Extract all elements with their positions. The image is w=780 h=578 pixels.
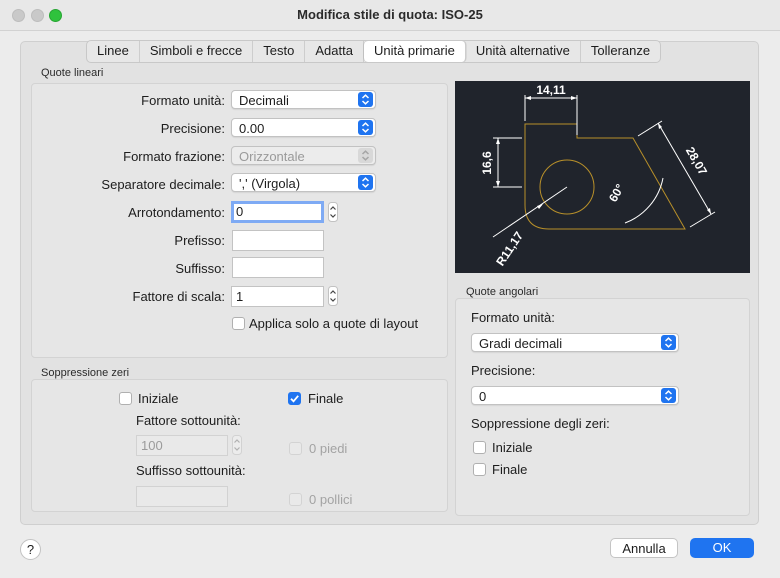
feet-label: 0 piedi <box>309 441 348 456</box>
chevron-updown-icon <box>661 388 676 403</box>
inches-checkbox <box>289 493 302 506</box>
dimension-preview: 14,11 16,6 28,07 60° R11,17 <box>455 81 750 273</box>
round-off-stepper[interactable] <box>328 202 338 222</box>
cancel-button[interactable]: Annulla <box>610 538 678 558</box>
precision-select[interactable]: 0.00 <box>231 118 376 137</box>
decimal-separator-value: ',' (Virgola) <box>239 176 301 191</box>
angular-section-title: Quote angolari <box>466 286 539 298</box>
angular-unit-format-select[interactable]: Gradi decimali <box>471 333 679 352</box>
fraction-format-value: Orizzontale <box>239 149 305 164</box>
apply-layout-label: Applica solo a quote di layout <box>249 316 419 331</box>
unit-format-label: Formato unità: <box>141 93 225 108</box>
chevron-updown-icon <box>358 92 373 107</box>
scale-factor-stepper[interactable] <box>328 286 338 306</box>
dim-top-label: 14,11 <box>536 83 566 97</box>
tab-tolleranze[interactable]: Tolleranze <box>581 41 660 62</box>
unit-format-value: Decimali <box>239 93 289 108</box>
trailing-zeros-checkbox[interactable] <box>288 392 301 405</box>
angular-unit-format-label: Formato unità: <box>471 310 555 325</box>
angular-precision-value: 0 <box>479 389 487 404</box>
subunit-factor-label: Fattore sottounità: <box>136 413 241 428</box>
chevron-updown-icon <box>358 148 373 163</box>
trailing-zeros-label: Finale <box>308 391 344 406</box>
angular-precision-label: Precisione: <box>471 363 536 378</box>
decimal-separator-label: Separatore decimale: <box>101 177 225 192</box>
round-off-label: Arrotondamento: <box>128 205 225 220</box>
angular-precision-select[interactable]: 0 <box>471 386 679 405</box>
subunit-suffix-label: Suffisso sottounità: <box>136 463 246 478</box>
tab-unita-alternative[interactable]: Unità alternative <box>466 41 581 62</box>
suffix-label: Suffisso: <box>175 261 225 276</box>
ok-button[interactable]: OK <box>690 538 754 558</box>
angular-leading-checkbox[interactable] <box>473 441 486 454</box>
chevron-updown-icon <box>358 120 373 135</box>
chevron-updown-icon <box>358 175 373 190</box>
tab-bar: Linee Simboli e frecce Testo Adatta Unit… <box>86 40 662 63</box>
prefix-label: Prefisso: <box>174 233 225 248</box>
linear-section-title: Quote lineari <box>41 67 104 79</box>
fraction-format-label: Formato frazione: <box>123 149 225 164</box>
angular-unit-format-value: Gradi decimali <box>479 336 563 351</box>
angular-panel <box>455 298 750 516</box>
zero-suppression-section-title: Soppressione zeri <box>41 367 130 379</box>
leading-zeros-label: Iniziale <box>138 391 179 406</box>
tab-adatta[interactable]: Adatta <box>305 41 364 62</box>
scale-factor-input[interactable]: 1 <box>231 286 324 307</box>
tab-simboli-e-frecce[interactable]: Simboli e frecce <box>140 41 254 62</box>
prefix-input[interactable] <box>232 230 324 251</box>
fraction-format-select: Orizzontale <box>231 146 376 165</box>
apply-layout-checkbox[interactable] <box>232 317 245 330</box>
angular-trailing-label: Finale <box>492 462 528 477</box>
angular-zero-suppression-label: Soppressione degli zeri: <box>471 416 610 431</box>
checkmark-icon <box>290 395 299 403</box>
angular-leading-label: Iniziale <box>492 440 533 455</box>
tab-testo[interactable]: Testo <box>253 41 306 62</box>
leading-zeros-checkbox[interactable] <box>119 392 132 405</box>
subunit-factor-stepper <box>232 435 242 455</box>
unit-format-select[interactable]: Decimali <box>231 90 376 109</box>
round-off-input[interactable]: 0 <box>231 201 324 223</box>
precision-label: Precisione: <box>160 121 225 136</box>
window-title: Modifica stile di quota: ISO-25 <box>297 7 483 22</box>
precision-value: 0.00 <box>239 121 265 136</box>
scale-factor-label: Fattore di scala: <box>132 289 226 304</box>
subunit-suffix-input <box>136 486 228 507</box>
decimal-separator-select[interactable]: ',' (Virgola) <box>231 173 376 192</box>
inches-label: 0 pollici <box>309 492 353 507</box>
help-button[interactable]: ? <box>20 539 41 560</box>
feet-checkbox <box>289 442 302 455</box>
subunit-factor-input: 100 <box>136 435 228 456</box>
preview-background <box>455 81 750 273</box>
dim-left-label: 16,6 <box>480 151 494 175</box>
suffix-input[interactable] <box>232 257 324 278</box>
tab-unita-primarie[interactable]: Unità primarie <box>363 41 466 62</box>
angular-trailing-checkbox[interactable] <box>473 463 486 476</box>
tab-linee[interactable]: Linee <box>87 41 140 62</box>
chevron-updown-icon <box>661 335 676 350</box>
